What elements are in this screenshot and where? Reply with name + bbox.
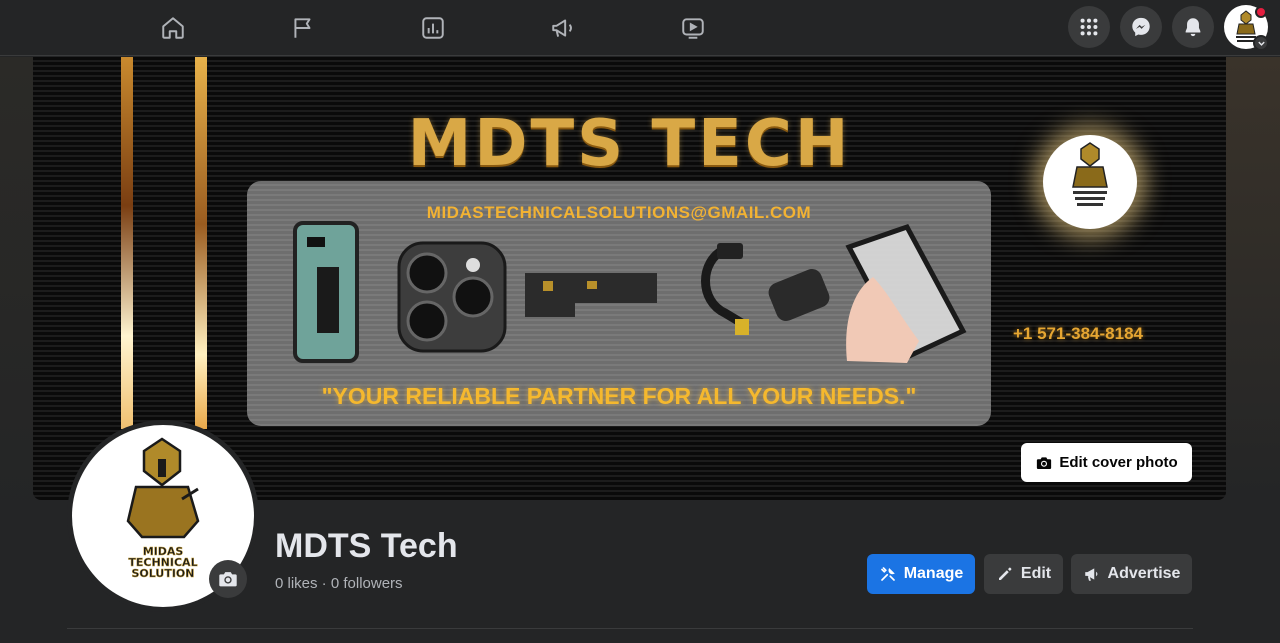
midas-logo-icon: [1072, 142, 1108, 206]
messenger-button[interactable]: [1120, 6, 1162, 48]
video-icon: [682, 18, 704, 39]
page-stats[interactable]: 0 likes · 0 followers: [275, 575, 403, 592]
insights-icon: [422, 17, 444, 39]
cover-banner-panel: MIDASTECHNICALSOLUTIONS@GMAIL.COM "YOUR …: [247, 181, 991, 426]
svg-text:SOLUTION: SOLUTION: [132, 567, 195, 580]
megaphone-icon: [552, 19, 572, 37]
bell-icon: [1185, 18, 1201, 37]
home-icon: [162, 17, 184, 39]
usb-cable-image: [701, 244, 748, 329]
home-tab[interactable]: [151, 6, 195, 50]
edit-cover-photo-label: Edit cover photo: [1059, 454, 1178, 471]
cover-tagline: "YOUR RELIABLE PARTNER FOR ALL YOUR NEED…: [321, 383, 917, 409]
notification-dot: [1255, 6, 1267, 18]
page-title: MDTS Tech: [275, 527, 458, 565]
video-tab[interactable]: [671, 6, 715, 50]
pencil-icon: [998, 567, 1012, 580]
manage-label: Manage: [903, 565, 964, 582]
tools-icon: [880, 567, 895, 581]
insights-tab[interactable]: [411, 6, 455, 50]
top-navigation: [0, 0, 1280, 56]
advertise-label: Advertise: [1107, 565, 1181, 582]
menu-grid-icon: [1080, 18, 1098, 36]
menu-button[interactable]: [1068, 6, 1110, 48]
megaphone-icon: [1084, 568, 1097, 581]
advertise-button[interactable]: Advertise: [1071, 554, 1192, 594]
flag-icon: [294, 18, 311, 38]
camera-icon: [1037, 456, 1052, 469]
ads-tab[interactable]: [541, 6, 585, 50]
chevron-down-icon: [1257, 41, 1265, 46]
flag-tab[interactable]: [281, 6, 325, 50]
edit-label: Edit: [1020, 565, 1052, 582]
charger-image: [768, 268, 830, 322]
camera-icon: [219, 572, 237, 587]
cover-phone: +1 571-384-8184: [1013, 324, 1143, 343]
update-profile-picture-button[interactable]: [209, 560, 247, 598]
side-shade-right: [1226, 57, 1280, 643]
side-shade-left: [0, 57, 34, 643]
messenger-icon: [1132, 17, 1150, 37]
section-divider: [67, 628, 1193, 629]
cover-logo: [1043, 135, 1137, 229]
notifications-button[interactable]: [1172, 6, 1214, 48]
account-menu-button[interactable]: [1253, 35, 1269, 51]
edit-cover-photo-button[interactable]: Edit cover photo: [1021, 443, 1192, 482]
manage-button[interactable]: Manage: [867, 554, 975, 594]
edit-button[interactable]: Edit: [984, 554, 1063, 594]
